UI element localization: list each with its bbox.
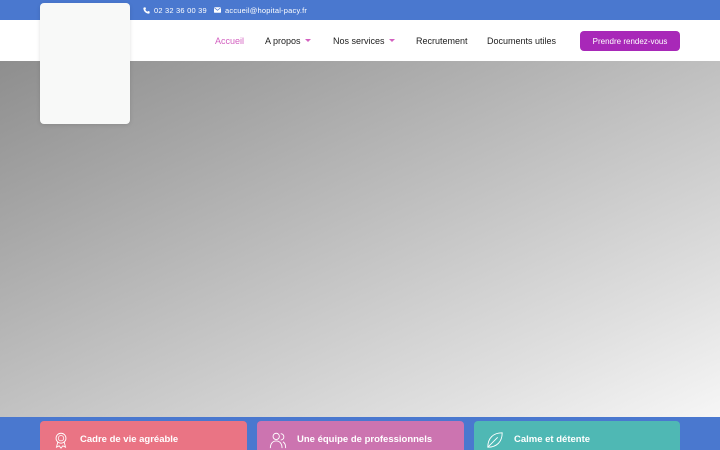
nav-item-documents-utiles[interactable]: Documents utiles	[487, 20, 556, 61]
phone-number: 02 32 36 00 39	[154, 5, 207, 15]
nav-item-label: Recrutement	[416, 35, 468, 46]
feature-card-equipe[interactable]: Une équipe de professionnels	[257, 421, 464, 450]
phone-icon	[143, 6, 150, 14]
nav-item-recrutement[interactable]: Recrutement	[416, 20, 468, 61]
nav-item-nos-services[interactable]: Nos services	[333, 20, 395, 61]
feature-label: Une équipe de professionnels	[297, 434, 433, 445]
leaf-icon	[487, 432, 503, 448]
users-icon	[269, 432, 287, 449]
email-address: accueil@hopital-pacy.fr	[225, 5, 308, 15]
feature-label: Cadre de vie agréable	[80, 434, 179, 445]
chevron-down-icon	[388, 39, 395, 42]
award-icon	[55, 432, 67, 449]
nav-item-label: Accueil	[215, 35, 245, 46]
email-contact[interactable]: accueil@hopital-pacy.fr	[214, 0, 307, 20]
book-appointment-button[interactable]: Prendre rendez-vous	[580, 31, 680, 51]
nav-item-accueil[interactable]: Accueil	[215, 20, 244, 61]
phone-contact[interactable]: 02 32 36 00 39	[143, 0, 207, 20]
feature-card-calme[interactable]: Calme et détente	[474, 421, 680, 450]
nav-item-a-propos[interactable]: A propos	[265, 20, 311, 61]
logo[interactable]	[40, 3, 130, 124]
chevron-down-icon	[304, 39, 311, 42]
feature-card-cadre-de-vie[interactable]: Cadre de vie agréable	[40, 421, 247, 450]
nav-item-label: Documents utiles	[487, 35, 557, 46]
nav-item-label: Nos services	[333, 35, 385, 46]
envelope-icon	[214, 7, 221, 13]
nav-item-label: A propos	[265, 35, 301, 46]
feature-label: Calme et détente	[514, 434, 591, 445]
